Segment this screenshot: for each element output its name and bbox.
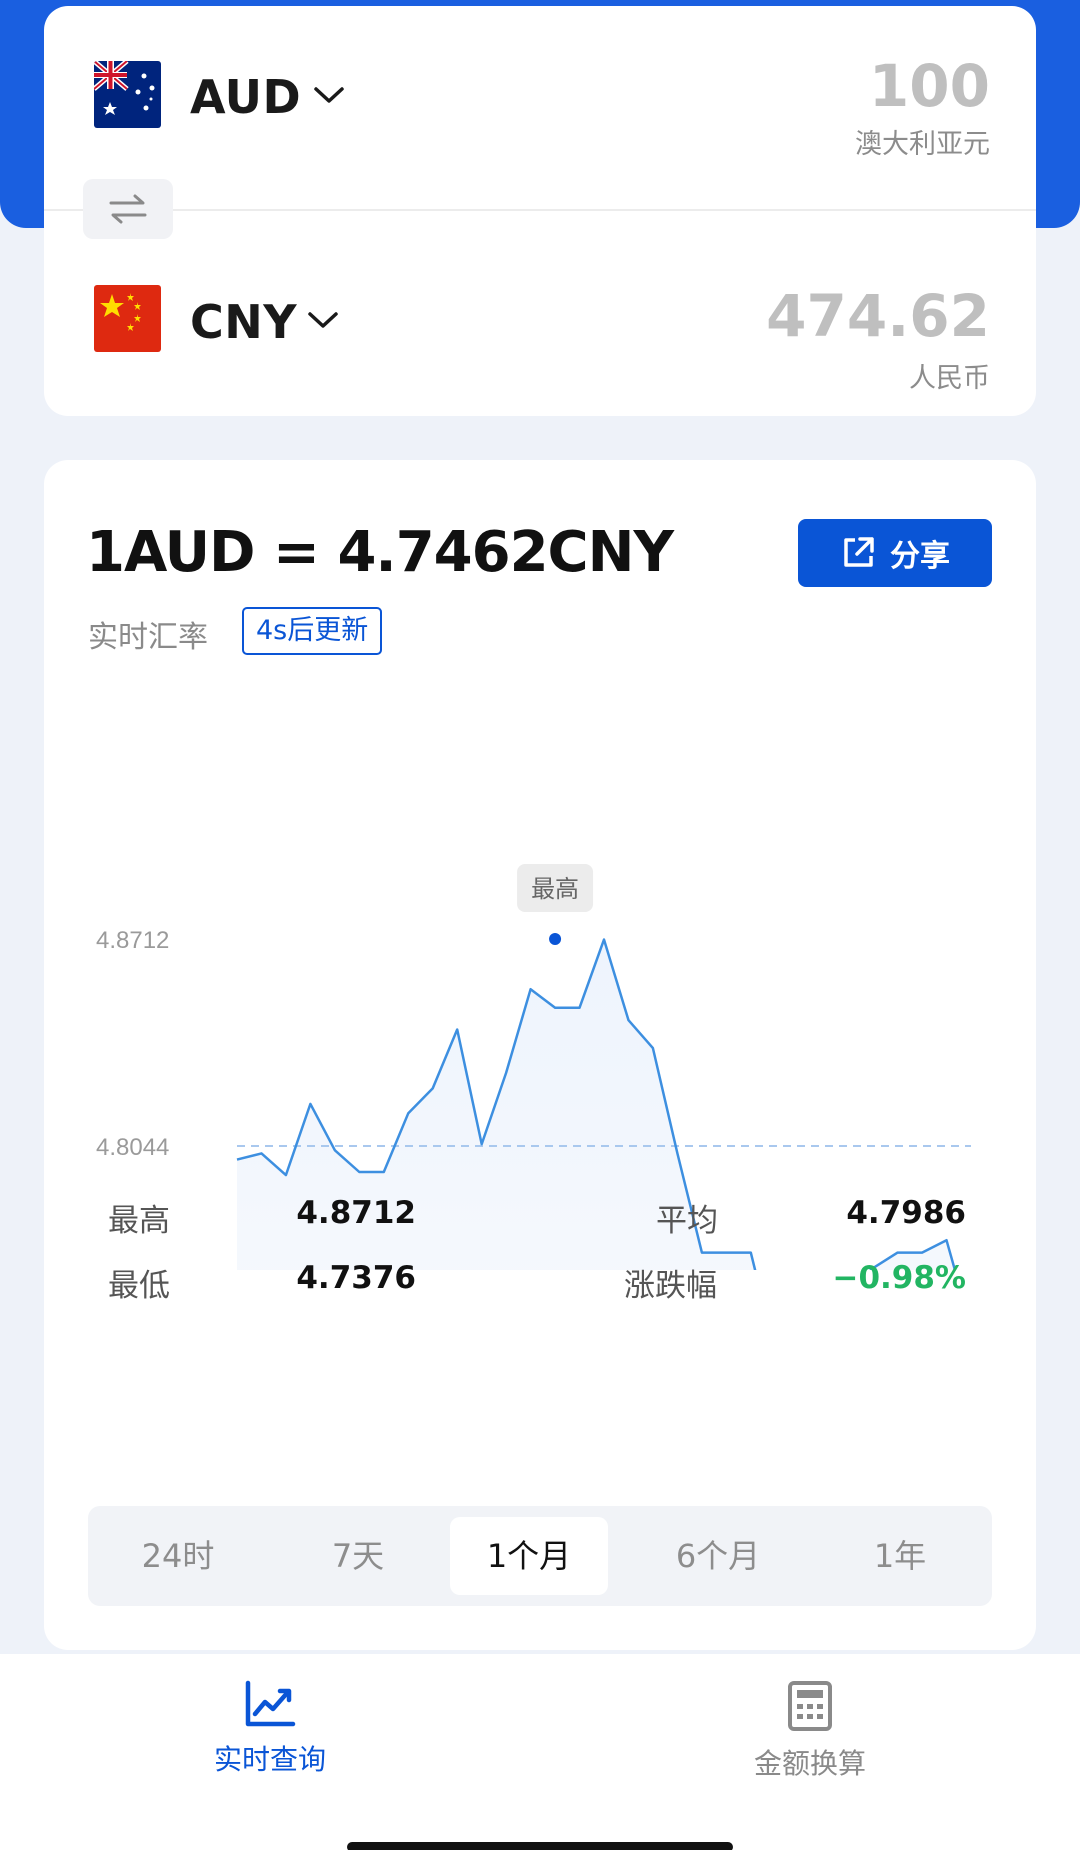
from-amount-input[interactable]: 100 [869, 52, 990, 120]
range-tab-7d[interactable]: 7天 [268, 1517, 448, 1595]
stat-high-label: 最高 [108, 1203, 170, 1239]
home-indicator [347, 1842, 733, 1850]
to-currency-name: 人民币 [909, 363, 990, 394]
rate-line-chart[interactable]: 4.87124.80444.73762024-09-172024-10-0220… [44, 710, 1036, 1270]
tab-realtime[interactable]: 实时查询 [170, 1680, 370, 1778]
tab-convert[interactable]: 金额换算 [710, 1680, 910, 1782]
to-amount-value: 474.62 [766, 282, 990, 350]
share-label: 分享 [890, 539, 950, 574]
time-range-selector: 24时 7天 1个月 6个月 1年 [88, 1506, 992, 1606]
realtime-rate-label: 实时汇率 [88, 620, 208, 655]
tab-realtime-label: 实时查询 [213, 1743, 326, 1776]
range-tab-24h[interactable]: 24时 [88, 1517, 268, 1595]
rate-title: 1AUD = 4.7462CNY [86, 520, 674, 585]
to-currency-code: CNY [190, 295, 298, 349]
range-tab-1m[interactable]: 1个月 [450, 1517, 608, 1595]
from-currency-name: 澳大利亚元 [855, 129, 990, 160]
from-currency-row[interactable]: AUD 100 澳大利亚元 [44, 6, 1036, 206]
stat-low-label: 最低 [108, 1268, 170, 1304]
australia-flag-icon [94, 61, 161, 128]
divider [44, 209, 1036, 211]
china-flag-icon [94, 285, 161, 352]
stat-avg-value: 4.7986 [846, 1195, 966, 1231]
bottom-tab-bar: 实时查询 金额换算 [0, 1654, 1080, 1850]
calculator-icon [788, 1681, 832, 1731]
trend-chart-icon [245, 1680, 296, 1727]
share-external-icon [844, 537, 874, 567]
high-marker-label: 最高 [531, 875, 579, 903]
converter-card: AUD 100 澳大利亚元 CNY 474.62 人民币 [44, 6, 1036, 416]
stat-change-value: −0.98% [832, 1260, 966, 1296]
stat-avg-label: 平均 [656, 1203, 718, 1239]
stat-low-value: 4.7376 [296, 1260, 416, 1296]
update-countdown-badge: 4s后更新 [242, 607, 383, 655]
stat-change-label: 涨跌幅 [624, 1268, 717, 1304]
tab-convert-label: 金额换算 [753, 1747, 866, 1780]
rate-card: 1AUD = 4.7462CNY 分享 实时汇率 4s后更新 4.8712 4.8… [44, 460, 1036, 1650]
to-currency-row[interactable]: CNY 474.62 人民币 [44, 216, 1036, 416]
chevron-down-icon[interactable] [306, 309, 340, 331]
range-tab-6m[interactable]: 6个月 [628, 1517, 808, 1595]
high-point-marker [549, 933, 562, 945]
chevron-down-icon[interactable] [312, 84, 346, 106]
stat-high-value: 4.8712 [296, 1195, 416, 1231]
y-tick-label: 4.8044 [96, 1134, 169, 1161]
share-button[interactable]: 分享 [798, 519, 992, 587]
y-tick-label: 4.8712 [96, 927, 169, 954]
from-currency-code: AUD [190, 70, 302, 124]
range-tab-1y[interactable]: 1年 [810, 1517, 990, 1595]
